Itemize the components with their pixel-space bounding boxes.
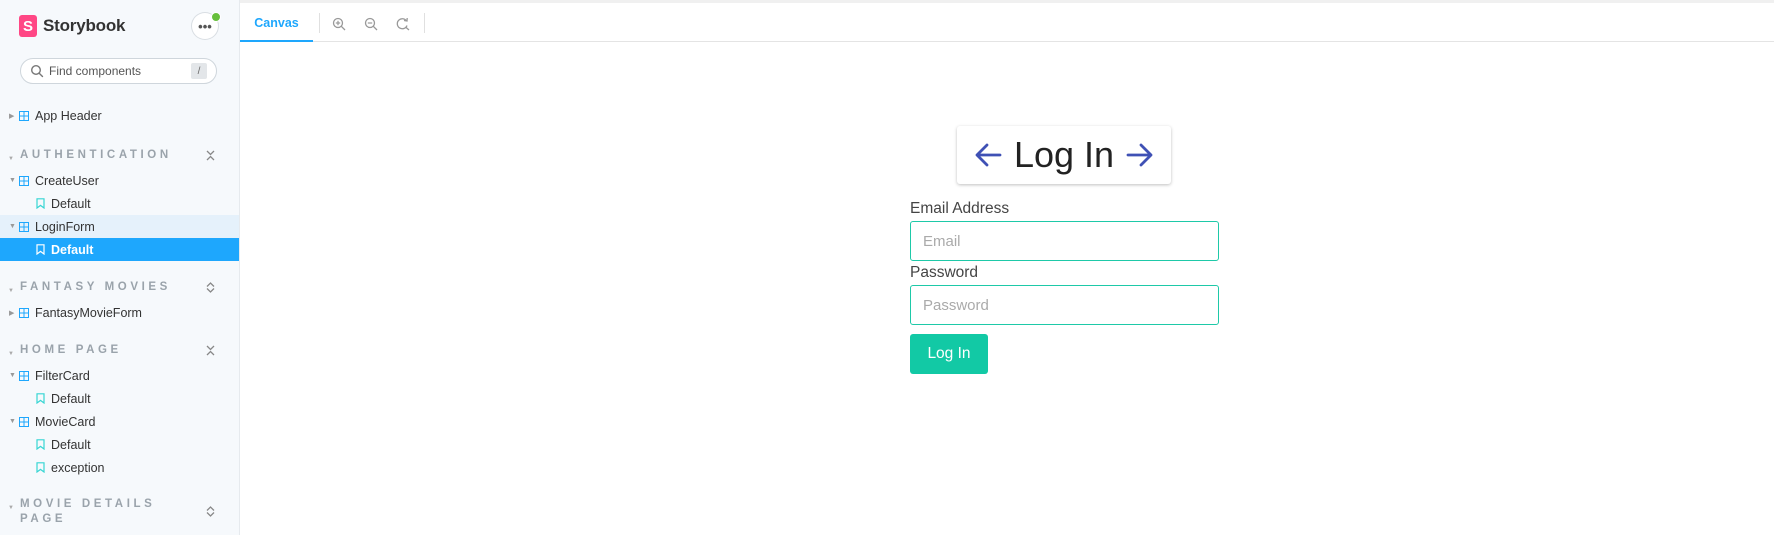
expand-icon[interactable] [205, 282, 216, 293]
component-icon [19, 221, 29, 232]
story-label: Default [51, 242, 94, 257]
storybook-logo-icon: S [19, 15, 37, 37]
component-icon [19, 307, 29, 318]
search-icon [30, 64, 44, 78]
story-filtercard-default[interactable]: Default [0, 387, 239, 410]
story-moviecard-default[interactable]: Default [0, 433, 239, 456]
collapse-icon[interactable] [205, 345, 216, 356]
story-label: exception [51, 460, 105, 475]
arrow-left-icon[interactable] [974, 142, 1002, 168]
group-caret-icon: ▼ [8, 505, 14, 511]
search-shortcut-key: / [191, 63, 207, 79]
tree-item-label: FantasyMovieForm [35, 305, 142, 320]
storybook-logo[interactable]: S Storybook [19, 15, 125, 37]
expand-caret-icon: ▼ [9, 223, 16, 230]
zoom-out-icon[interactable] [364, 17, 378, 31]
toolbar: Canvas [240, 0, 1774, 43]
tree-item-filtercard[interactable]: ▼ FilterCard [0, 364, 239, 387]
component-icon [19, 175, 29, 186]
story-label: Default [51, 437, 91, 452]
group-title: FANTASY MOVIES [20, 281, 171, 293]
email-field[interactable] [910, 221, 1219, 261]
story-label: Default [51, 391, 91, 406]
zoom-in-icon[interactable] [332, 17, 346, 31]
bookmark-icon [36, 244, 45, 255]
expand-caret-icon: ▼ [9, 177, 16, 184]
bookmark-icon [36, 393, 45, 404]
tree-item-createuser[interactable]: ▼ CreateUser [0, 169, 239, 192]
group-title: MOVIE DETAILS PAGE [20, 498, 156, 525]
component-icon [19, 110, 29, 121]
login-title: Log In [1013, 134, 1115, 175]
tree-item-label: FilterCard [35, 368, 90, 383]
story-moviecard-exception[interactable]: exception [0, 456, 239, 479]
story-loginform-default[interactable]: Default [0, 238, 239, 261]
canvas-preview: Log In Email Address Password Log In [240, 42, 1774, 535]
tree-item-loginform[interactable]: ▼ LoginForm [0, 215, 239, 238]
tree-item-label: MovieCard [35, 414, 96, 429]
sidebar: S Storybook ••• / ▶ App Header ▼ AUTHENT… [0, 0, 240, 535]
story-label: Default [51, 196, 91, 211]
expand-caret-icon: ▼ [9, 418, 16, 425]
expand-caret-icon: ▶ [9, 309, 15, 317]
tree-item-label: LoginForm [35, 219, 95, 234]
group-caret-icon: ▼ [8, 351, 14, 357]
tab-canvas[interactable]: Canvas [240, 3, 313, 43]
bookmark-icon [36, 439, 45, 450]
component-icon [19, 416, 29, 427]
expand-caret-icon: ▼ [9, 372, 16, 379]
component-icon [19, 370, 29, 381]
search-box[interactable]: / [20, 58, 217, 84]
password-label: Password [910, 264, 979, 281]
story-createuser-default[interactable]: Default [0, 192, 239, 215]
tree-item-fantasymovieform[interactable]: ▶ FantasyMovieForm [0, 301, 239, 324]
bookmark-icon [36, 462, 45, 473]
arrow-right-icon[interactable] [1126, 142, 1154, 168]
email-label: Email Address [910, 200, 1010, 217]
bookmark-icon [36, 198, 45, 209]
toolbar-divider [319, 13, 320, 33]
group-caret-icon: ▼ [8, 288, 14, 294]
group-caret-icon: ▼ [8, 156, 14, 162]
login-header-card: Log In [957, 126, 1171, 184]
notification-dot [211, 12, 221, 22]
tree-item-app-header[interactable]: ▶ App Header [0, 104, 239, 127]
login-button[interactable]: Log In [910, 334, 988, 374]
group-title: AUTHENTICATION [20, 149, 172, 161]
collapse-icon[interactable] [205, 150, 216, 161]
tree-item-moviecard[interactable]: ▼ MovieCard [0, 410, 239, 433]
expand-icon[interactable] [205, 506, 216, 517]
expand-caret-icon: ▶ [9, 112, 15, 120]
password-field[interactable] [910, 285, 1219, 325]
brand-name: Storybook [43, 16, 126, 35]
reset-zoom-icon[interactable] [396, 17, 410, 31]
tree-item-label: CreateUser [35, 173, 99, 188]
toolbar-divider [424, 13, 425, 33]
tree-item-label: App Header [35, 108, 102, 123]
group-title: HOME PAGE [20, 344, 122, 356]
search-input[interactable] [49, 64, 179, 78]
